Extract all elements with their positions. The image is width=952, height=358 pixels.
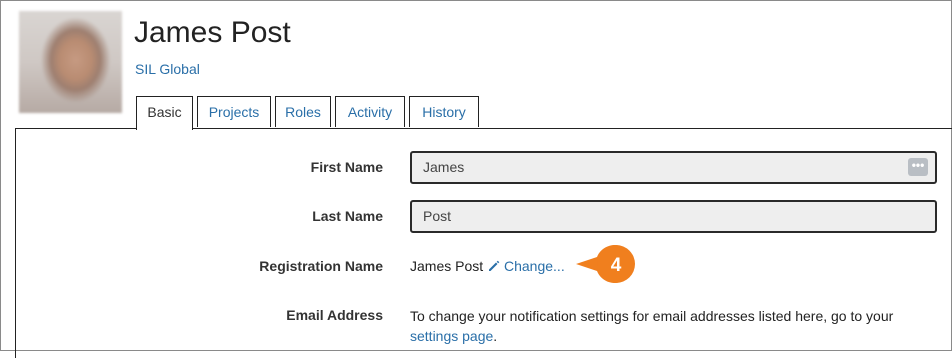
email-notice: To change your notification settings for… (410, 306, 940, 346)
tab-history[interactable]: History (409, 96, 479, 127)
tab-roles[interactable]: Roles (275, 96, 331, 127)
first-name-value: James (423, 159, 465, 175)
tab-projects[interactable]: Projects (197, 96, 271, 127)
registration-name-label: Registration Name (259, 258, 383, 274)
callout-badge: 4 (576, 245, 635, 283)
email-notice-end: . (493, 328, 498, 344)
callout-number: 4 (611, 255, 622, 276)
more-options-icon[interactable]: ••• (908, 158, 928, 176)
first-name-field[interactable]: James ••• (410, 151, 937, 184)
pencil-icon (489, 260, 500, 271)
first-name-label: First Name (310, 159, 383, 175)
email-notice-text: To change your notification settings for… (410, 308, 894, 324)
tab-basic[interactable]: Basic (136, 96, 193, 130)
email-address-label: Email Address (286, 307, 383, 323)
organization-link[interactable]: SIL Global (135, 60, 200, 78)
settings-page-link[interactable]: settings page (410, 328, 493, 344)
change-link-label: Change... (504, 258, 565, 274)
registration-name-value: James Post (410, 258, 484, 274)
last-name-label: Last Name (312, 208, 383, 224)
last-name-field[interactable]: Post (410, 200, 937, 233)
avatar (19, 11, 122, 113)
change-registration-link[interactable]: Change... (488, 257, 565, 275)
last-name-value: Post (423, 208, 452, 224)
profile-name: James Post (134, 16, 291, 49)
tab-activity[interactable]: Activity (335, 96, 405, 127)
